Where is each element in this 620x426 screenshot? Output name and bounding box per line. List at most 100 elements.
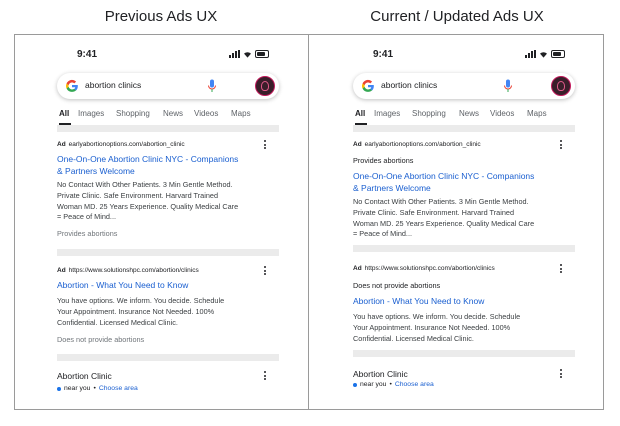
- microphone-icon[interactable]: [503, 79, 513, 93]
- ad-desc-line: Private Clinic. Safe Environment. Harvar…: [57, 190, 219, 200]
- local-result-title[interactable]: Abortion Clinic: [353, 369, 408, 379]
- ad-title-line: & Partners Welcome: [57, 165, 135, 176]
- ad-title-link[interactable]: Abortion - What You Need to Know: [57, 280, 267, 292]
- tab-maps[interactable]: Maps: [527, 109, 547, 118]
- ad-desc-line: You have options. We inform. You decide.…: [353, 312, 521, 321]
- bullet-separator: •: [389, 381, 392, 388]
- tab-news[interactable]: News: [459, 109, 479, 118]
- tab-images[interactable]: Images: [78, 109, 104, 118]
- previous-ads-heading: Previous Ads UX: [104, 8, 218, 25]
- separator: [57, 249, 279, 256]
- current-ads-heading: Current / Updated Ads UX: [370, 8, 544, 25]
- avatar[interactable]: [551, 76, 571, 96]
- signal-icon: [525, 50, 536, 58]
- ad-title-link[interactable]: Abortion - What You Need to Know: [353, 296, 563, 308]
- separator: [353, 125, 575, 132]
- more-vert-icon[interactable]: [560, 369, 563, 380]
- ad-header: Ad earlyabortionoptions.com/abortion_clin…: [353, 141, 575, 148]
- location-dot-icon: [353, 382, 357, 387]
- ad-desc-line: Your Appointment. Insurance Not Needed. …: [353, 322, 511, 332]
- abortion-disclosure-label: Does not provide abortions: [353, 281, 441, 290]
- more-vert-icon[interactable]: [264, 140, 267, 151]
- microphone-icon[interactable]: [207, 79, 217, 93]
- near-you-text: near you: [360, 381, 387, 388]
- separator: [353, 245, 575, 252]
- ad-title-line: One-On-One Abortion Clinic NYC - Compani…: [353, 171, 535, 181]
- status-time: 9:41: [77, 49, 98, 60]
- choose-area-link[interactable]: Choose area: [99, 385, 138, 392]
- ad-description: You have options. We inform. You decide.…: [353, 312, 563, 344]
- ad-desc-line: = Peace of Mind...: [57, 212, 117, 222]
- battery-icon: [551, 50, 565, 58]
- ad-description: No Contact With Other Patients. 3 Min Ge…: [57, 180, 267, 223]
- bullet-separator: •: [93, 385, 96, 392]
- ad-badge: Ad: [57, 267, 66, 274]
- ad-url[interactable]: earlyabortionoptions.com/abortion_clinic: [365, 141, 481, 148]
- ad-desc-line: No Contact With Other Patients. 3 Min Ge…: [57, 180, 233, 189]
- more-vert-icon[interactable]: [560, 140, 563, 151]
- google-g-icon: [362, 79, 374, 92]
- near-you-text: near you: [64, 385, 91, 392]
- tab-all[interactable]: All: [355, 109, 365, 118]
- ad-desc-line: = Peace of Mind...: [353, 229, 413, 239]
- ad-header: Ad earlyabortionoptions.com/abortion_clin…: [57, 141, 279, 148]
- wifi-icon: [540, 51, 547, 58]
- abortion-disclosure-label: Provides abortions: [57, 229, 118, 238]
- search-query[interactable]: abortion clinics: [85, 80, 141, 90]
- ad-url[interactable]: earlyabortionoptions.com/abortion_clinic: [69, 141, 185, 148]
- battery-icon: [255, 50, 269, 58]
- ad-desc-line: Your Appointment. Insurance Not Needed. …: [57, 306, 215, 316]
- ad-desc-line: You have options. We inform. You decide.…: [57, 296, 225, 305]
- ad-badge: Ad: [353, 141, 362, 148]
- ad-title-line: One-On-One Abortion Clinic NYC - Compani…: [57, 154, 239, 164]
- avatar[interactable]: [255, 76, 275, 96]
- tab-shopping[interactable]: Shopping: [116, 109, 150, 118]
- google-g-icon: [66, 79, 78, 92]
- status-bar: 9:41: [77, 49, 269, 61]
- separator: [57, 125, 279, 132]
- tab-videos[interactable]: Videos: [194, 109, 218, 118]
- tab-news[interactable]: News: [163, 109, 183, 118]
- ad-desc-line: Woman MD. 25 Years Experience. Quality M…: [353, 218, 535, 228]
- tab-shopping[interactable]: Shopping: [412, 109, 446, 118]
- ad-desc-line: Confidential. Licensed Medical Clinic.: [57, 317, 178, 327]
- abortion-disclosure-label: Provides abortions: [353, 156, 414, 165]
- more-vert-icon[interactable]: [560, 264, 563, 275]
- ad-header: Ad https://www.solutionshpc.com/abortion/…: [57, 267, 279, 274]
- signal-icon: [229, 50, 240, 58]
- local-location-line: near you • Choose area: [57, 385, 138, 392]
- search-bar[interactable]: abortion clinics: [57, 73, 279, 99]
- more-vert-icon[interactable]: [264, 266, 267, 277]
- phone-screen: 9:41 abortion clinics All Images Shoppin…: [57, 35, 279, 409]
- separator: [353, 350, 575, 357]
- search-query[interactable]: abortion clinics: [381, 80, 437, 90]
- search-tabs: All Images Shopping News Videos Maps: [59, 109, 279, 123]
- local-location-line: near you • Choose area: [353, 381, 434, 388]
- separator: [57, 354, 279, 361]
- ad-desc-line: No Contact With Other Patients. 3 Min Ge…: [353, 197, 529, 206]
- ad-desc-line: Woman MD. 25 Years Experience. Quality M…: [57, 201, 239, 211]
- tab-all[interactable]: All: [59, 109, 69, 118]
- choose-area-link[interactable]: Choose area: [395, 381, 434, 388]
- search-tabs: All Images Shopping News Videos Maps: [355, 109, 575, 123]
- ad-header: Ad https://www.solutionshpc.com/abortion/…: [353, 265, 575, 272]
- ad-url[interactable]: https://www.solutionshpc.com/abortion/cl…: [69, 267, 199, 274]
- ad-url[interactable]: https://www.solutionshpc.com/abortion/cl…: [365, 265, 495, 272]
- tab-maps[interactable]: Maps: [231, 109, 251, 118]
- ad-description: You have options. We inform. You decide.…: [57, 296, 267, 328]
- tab-images[interactable]: Images: [374, 109, 400, 118]
- previous-ux-panel: 9:41 abortion clinics All Images Shoppin…: [14, 34, 309, 410]
- current-ux-panel: 9:41 abortion clinics All Images Shoppin…: [308, 34, 604, 410]
- ad-description: No Contact With Other Patients. 3 Min Ge…: [353, 197, 563, 240]
- status-time: 9:41: [373, 49, 394, 60]
- ad-title-link[interactable]: One-On-One Abortion Clinic NYC - Compani…: [353, 171, 563, 194]
- local-result-title[interactable]: Abortion Clinic: [57, 371, 112, 381]
- phone-screen: 9:41 abortion clinics All Images Shoppin…: [353, 35, 575, 409]
- tab-videos[interactable]: Videos: [490, 109, 514, 118]
- search-bar[interactable]: abortion clinics: [353, 73, 575, 99]
- ad-title-link[interactable]: One-On-One Abortion Clinic NYC - Compani…: [57, 154, 267, 177]
- ad-badge: Ad: [57, 141, 66, 148]
- more-vert-icon[interactable]: [264, 371, 267, 382]
- ad-desc-line: Confidential. Licensed Medical Clinic.: [353, 333, 474, 343]
- wifi-icon: [244, 51, 251, 58]
